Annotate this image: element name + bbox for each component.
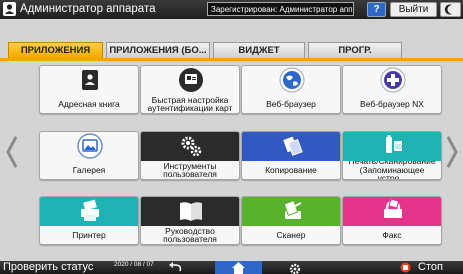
tab-program[interactable]: ПРОГР. xyxy=(308,42,402,58)
app-tile-scanner[interactable]: Сканер xyxy=(241,196,341,245)
app-tile-gallery[interactable]: Галерея xyxy=(39,131,139,180)
home-button[interactable] xyxy=(215,261,262,274)
check-status-button[interactable]: Проверить статус xyxy=(3,261,93,274)
moon-icon xyxy=(444,4,452,15)
energy-saver-button[interactable] xyxy=(440,2,461,17)
browser-nx-icon xyxy=(343,66,441,95)
app-label: Сканер xyxy=(276,229,306,240)
tab-applications[interactable]: ПРИЛОЖЕНИЯ xyxy=(8,42,103,58)
app-label: Адресная книга xyxy=(58,98,120,109)
scanner-icon xyxy=(242,197,340,226)
page-next-arrow-icon[interactable] xyxy=(445,135,459,169)
help-button[interactable]: ? xyxy=(367,2,386,17)
gear-icon xyxy=(289,263,301,274)
app-label: Быстрая настройка аутентификации карт xyxy=(147,95,233,113)
registration-status-field[interactable]: Зарегистрирован: Администратор аппарат xyxy=(207,2,354,16)
stop-button[interactable]: Стоп xyxy=(418,261,443,274)
app-label: Печать/Сканирование (Запоминающее устро.… xyxy=(348,161,436,179)
page-prev-arrow-icon[interactable] xyxy=(5,135,19,169)
bottom-bar: Проверить статус 2020 / 08 / 07 Стоп xyxy=(0,261,463,274)
app-tile-web-browser[interactable]: Веб-браузер xyxy=(241,65,341,114)
gears-icon xyxy=(141,132,239,161)
home-icon xyxy=(232,262,245,274)
app-label: Руководство пользователя xyxy=(163,226,217,244)
card-auth-icon xyxy=(141,66,239,95)
globe-icon xyxy=(242,66,340,95)
back-button[interactable] xyxy=(165,261,187,274)
logout-button[interactable]: Выйти xyxy=(390,2,437,17)
app-tile-user-guide[interactable]: Руководство пользователя xyxy=(140,196,240,245)
app-label: Веб-браузер xyxy=(266,98,316,109)
app-tile-web-browser-nx[interactable]: Веб-браузер NX xyxy=(342,65,442,114)
app-label: Принтер xyxy=(72,229,106,240)
app-tile-card-auth-setup[interactable]: Быстрая настройка аутентификации карт xyxy=(140,65,240,114)
top-bar: Администратор аппарата Зарегистрирован: … xyxy=(0,0,463,19)
address-book-icon xyxy=(40,66,138,95)
app-tile-address-book[interactable]: Адресная книга xyxy=(39,65,139,114)
gallery-icon xyxy=(40,132,138,161)
app-tile-user-tools[interactable]: Инструменты пользователя xyxy=(140,131,240,180)
usb-sd-icon: SD xyxy=(343,132,441,161)
stop-icon[interactable] xyxy=(400,262,411,273)
tab-bar: ПРИЛОЖЕНИЯ ПРИЛОЖЕНИЯ (БО... ВИДЖЕТ ПРОГ… xyxy=(0,42,463,58)
user-icon xyxy=(3,2,16,16)
app-label: Копирование xyxy=(265,164,317,175)
svg-text:SD: SD xyxy=(395,145,402,151)
app-label: Факс xyxy=(382,229,402,240)
app-tile-fax[interactable]: Факс xyxy=(342,196,442,245)
app-label: Галерея xyxy=(72,164,106,175)
app-label: Инструменты пользователя xyxy=(163,161,217,179)
date-display: 2020 / 08 / 07 xyxy=(114,261,154,268)
copy-icon xyxy=(242,132,340,161)
settings-button[interactable] xyxy=(284,261,306,274)
app-tile-printer[interactable]: Принтер xyxy=(39,196,139,245)
book-icon xyxy=(141,197,239,226)
app-label: Веб-браузер NX xyxy=(360,98,424,109)
app-tile-copy[interactable]: Копирование xyxy=(241,131,341,180)
fax-icon xyxy=(343,197,441,226)
tab-widget[interactable]: ВИДЖЕТ xyxy=(213,42,305,58)
tab-underline xyxy=(0,58,463,61)
user-title: Администратор аппарата xyxy=(20,3,156,15)
tab-applications-extra[interactable]: ПРИЛОЖЕНИЯ (БО... xyxy=(106,42,210,58)
printer-icon xyxy=(40,197,138,226)
back-arrow-icon xyxy=(169,262,182,272)
app-tile-print-scan-storage[interactable]: SD Печать/Сканирование (Запоминающее уст… xyxy=(342,131,442,180)
